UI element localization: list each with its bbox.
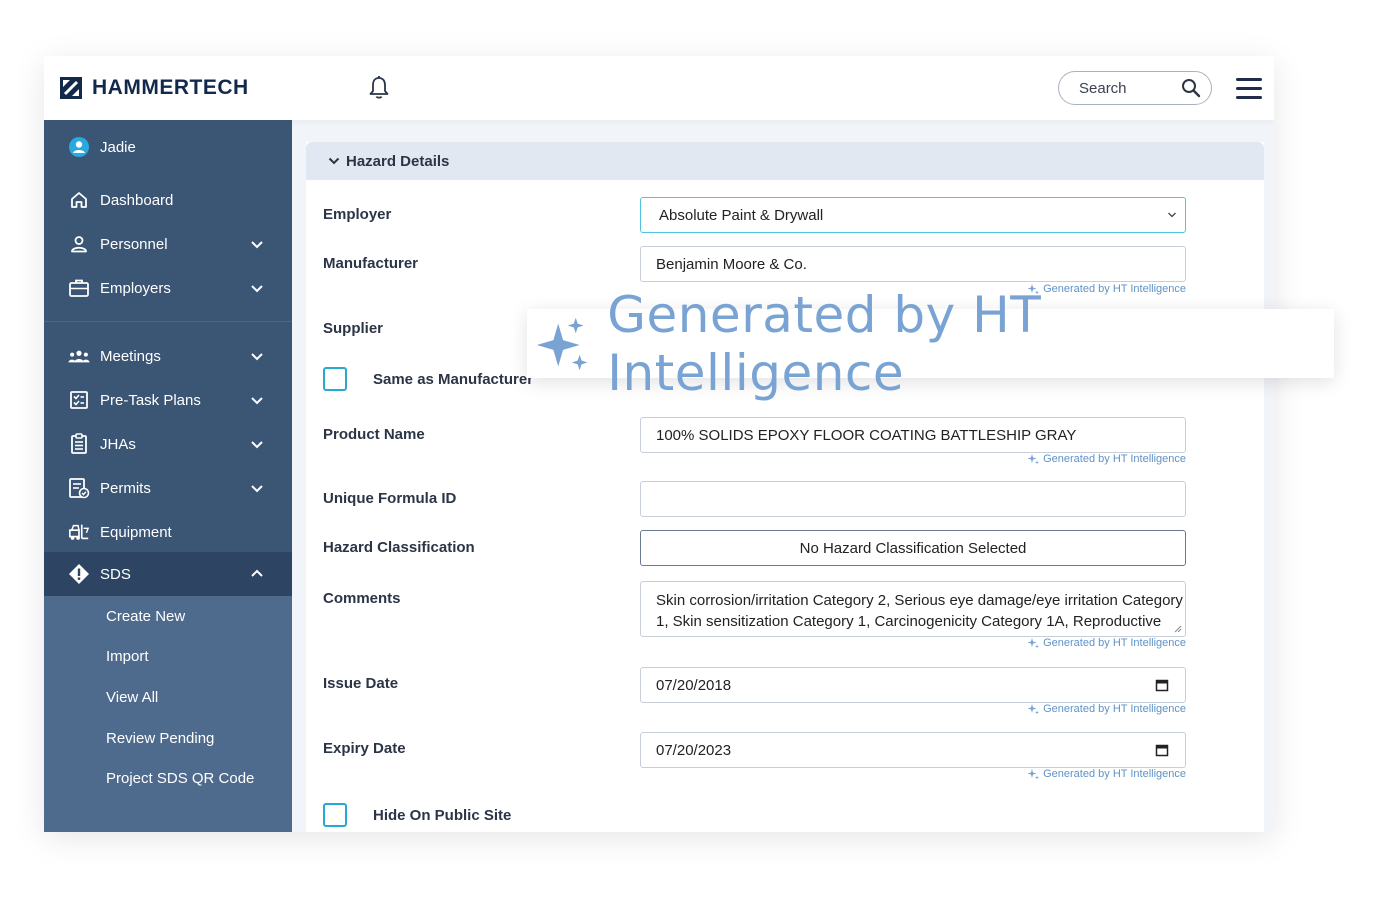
same-as-manufacturer-checkbox[interactable] xyxy=(323,367,347,391)
callout-text: Generated by HT Intelligence xyxy=(607,285,1042,402)
chevron-down-icon xyxy=(1168,212,1176,218)
sidebar-item-meetings[interactable]: Meetings xyxy=(44,334,292,378)
calendar-icon[interactable] xyxy=(1155,678,1169,692)
sidebar-divider xyxy=(44,321,292,322)
sds-submenu: Create New Import View All Review Pendin… xyxy=(44,596,292,832)
employer-label: Employer xyxy=(323,206,392,223)
sparkle-icon xyxy=(1027,638,1040,649)
sidebar-item-dashboard[interactable]: Dashboard xyxy=(44,178,292,222)
panel-header[interactable]: Hazard Details xyxy=(306,142,1264,180)
sidebar-item-pre-task-plans[interactable]: Pre-Task Plans xyxy=(44,378,292,422)
generated-note: Generated by HT Intelligence xyxy=(1021,768,1186,780)
person-icon xyxy=(68,233,90,255)
sparkle-icon xyxy=(1027,704,1040,715)
sidebar-item-sds[interactable]: SDS xyxy=(44,552,292,596)
submenu-import[interactable]: Import xyxy=(106,648,149,665)
calendar-icon[interactable] xyxy=(1155,743,1169,757)
chevron-down-icon[interactable] xyxy=(250,437,264,451)
product-name-input[interactable]: 100% SOLIDS EPOXY FLOOR COATING BATTLESH… xyxy=(640,417,1186,453)
submenu-project-sds-qr-code[interactable]: Project SDS QR Code xyxy=(106,770,254,787)
notification-bell-icon[interactable] xyxy=(367,75,391,101)
submenu-view-all[interactable]: View All xyxy=(106,689,158,706)
manufacturer-input[interactable]: Benjamin Moore & Co. xyxy=(640,246,1186,282)
sidebar: Jadie Dashboard Personnel Employers Meet… xyxy=(44,120,292,832)
submenu-create-new[interactable]: Create New xyxy=(106,608,185,625)
ht-intelligence-callout: Generated by HT Intelligence xyxy=(527,286,1334,402)
hide-on-public-site-label: Hide On Public Site xyxy=(373,807,512,824)
unique-formula-id-input[interactable] xyxy=(640,481,1186,517)
comments-label: Comments xyxy=(323,590,401,607)
product-name-label: Product Name xyxy=(323,426,425,443)
hammertech-logo-icon xyxy=(60,77,82,99)
chevron-down-icon[interactable] xyxy=(250,349,264,363)
forklift-icon xyxy=(68,521,90,543)
sidebar-item-jhas[interactable]: JHAs xyxy=(44,422,292,466)
sidebar-item-employers[interactable]: Employers xyxy=(44,266,292,310)
submenu-review-pending[interactable]: Review Pending xyxy=(106,730,214,747)
group-icon xyxy=(68,345,90,367)
app-window: HAMMERTECH Search Jadie Dashboard Person… xyxy=(44,56,1274,832)
briefcase-icon xyxy=(68,277,90,299)
resize-handle-icon[interactable] xyxy=(1174,625,1182,633)
checklist-icon xyxy=(68,389,90,411)
chevron-down-icon[interactable] xyxy=(250,393,264,407)
chevron-up-icon[interactable] xyxy=(250,567,264,581)
chevron-down-icon[interactable] xyxy=(250,481,264,495)
search-icon[interactable] xyxy=(1181,78,1201,98)
sidebar-user[interactable]: Jadie xyxy=(44,125,292,169)
chevron-down-icon[interactable] xyxy=(328,155,340,167)
hamburger-menu-icon[interactable] xyxy=(1236,78,1262,100)
hide-on-public-site-checkbox[interactable] xyxy=(323,803,347,827)
sparkle-icon xyxy=(1027,454,1040,465)
generated-note: Generated by HT Intelligence xyxy=(1021,703,1186,715)
same-as-manufacturer-label: Same as Manufacturer xyxy=(373,371,534,388)
search-placeholder: Search xyxy=(1079,79,1127,97)
expiry-date-label: Expiry Date xyxy=(323,740,406,757)
employer-select[interactable]: Absolute Paint & Drywall xyxy=(640,197,1186,233)
panel-title: Hazard Details xyxy=(346,152,450,170)
hazard-classification-button[interactable]: No Hazard Classification Selected xyxy=(640,530,1186,566)
comments-textarea[interactable]: Skin corrosion/irritation Category 2, Se… xyxy=(640,581,1186,637)
issue-date-label: Issue Date xyxy=(323,675,399,692)
search-box[interactable]: Search xyxy=(1058,71,1212,105)
brand-logo[interactable]: HAMMERTECH xyxy=(60,76,249,100)
sidebar-item-personnel[interactable]: Personnel xyxy=(44,222,292,266)
unique-formula-id-label: Unique Formula ID xyxy=(323,490,457,507)
manufacturer-label: Manufacturer xyxy=(323,255,419,272)
supplier-label: Supplier xyxy=(323,320,384,337)
sparkle-icon xyxy=(536,317,588,370)
sidebar-item-permits[interactable]: Permits xyxy=(44,466,292,510)
home-icon xyxy=(68,189,90,211)
chevron-down-icon[interactable] xyxy=(250,237,264,251)
hazard-diamond-icon xyxy=(68,563,90,585)
top-bar: HAMMERTECH Search xyxy=(44,56,1274,120)
expiry-date-input[interactable]: 07/20/2023 xyxy=(640,732,1186,768)
hazard-details-panel: Hazard Details Employer Absolute Paint &… xyxy=(306,142,1264,832)
user-avatar-icon xyxy=(68,136,90,158)
brand-name: HAMMERTECH xyxy=(92,76,249,99)
permit-document-icon xyxy=(68,477,90,499)
chevron-down-icon[interactable] xyxy=(250,281,264,295)
generated-note: Generated by HT Intelligence xyxy=(1021,637,1186,649)
user-name: Jadie xyxy=(100,138,136,156)
clipboard-icon xyxy=(68,433,90,455)
generated-note: Generated by HT Intelligence xyxy=(1021,453,1186,465)
hazard-classification-label: Hazard Classification xyxy=(323,539,475,556)
issue-date-input[interactable]: 07/20/2018 xyxy=(640,667,1186,703)
sidebar-item-equipment[interactable]: Equipment xyxy=(44,510,292,554)
sparkle-icon xyxy=(1027,769,1040,780)
